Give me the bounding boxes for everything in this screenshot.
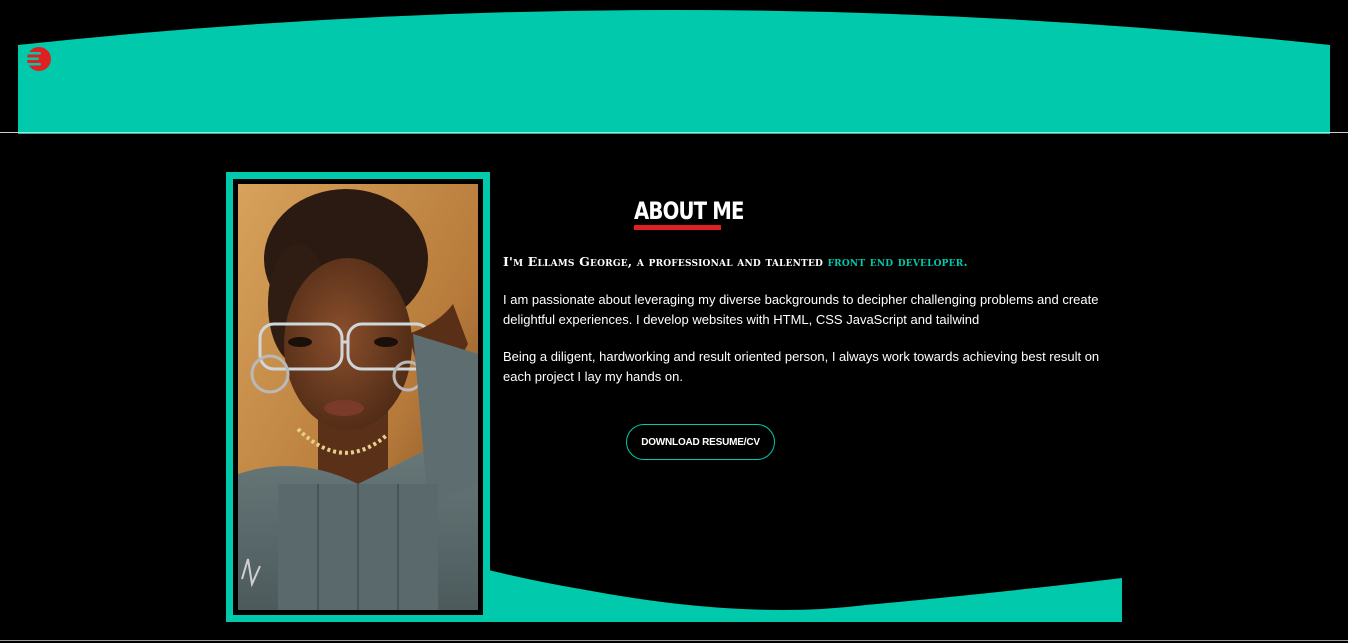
portrait-photo — [238, 184, 478, 610]
footer-divider — [0, 640, 1348, 641]
intro-role: front end developer. — [827, 254, 968, 269]
intro-prefix: I'm Ellams George, a professional and ta… — [503, 254, 824, 269]
header-banner — [18, 10, 1330, 134]
logo-icon[interactable] — [24, 44, 54, 74]
page: ABOUT ME I'm Ellams George, a profession… — [0, 0, 1348, 643]
about-paragraph-1: I am passionate about leveraging my dive… — [503, 292, 1099, 327]
photo-frame — [226, 172, 490, 622]
title-underline — [634, 225, 721, 230]
photo-border — [233, 179, 483, 615]
about-title: ABOUT ME — [634, 197, 745, 225]
about-paragraph-2: Being a diligent, hardworking and result… — [503, 349, 1100, 384]
download-resume-button[interactable]: DOWNLOAD RESUME/CV — [626, 424, 775, 460]
header-divider — [0, 132, 1348, 133]
intro-text: I'm Ellams George, a professional and ta… — [503, 254, 968, 269]
